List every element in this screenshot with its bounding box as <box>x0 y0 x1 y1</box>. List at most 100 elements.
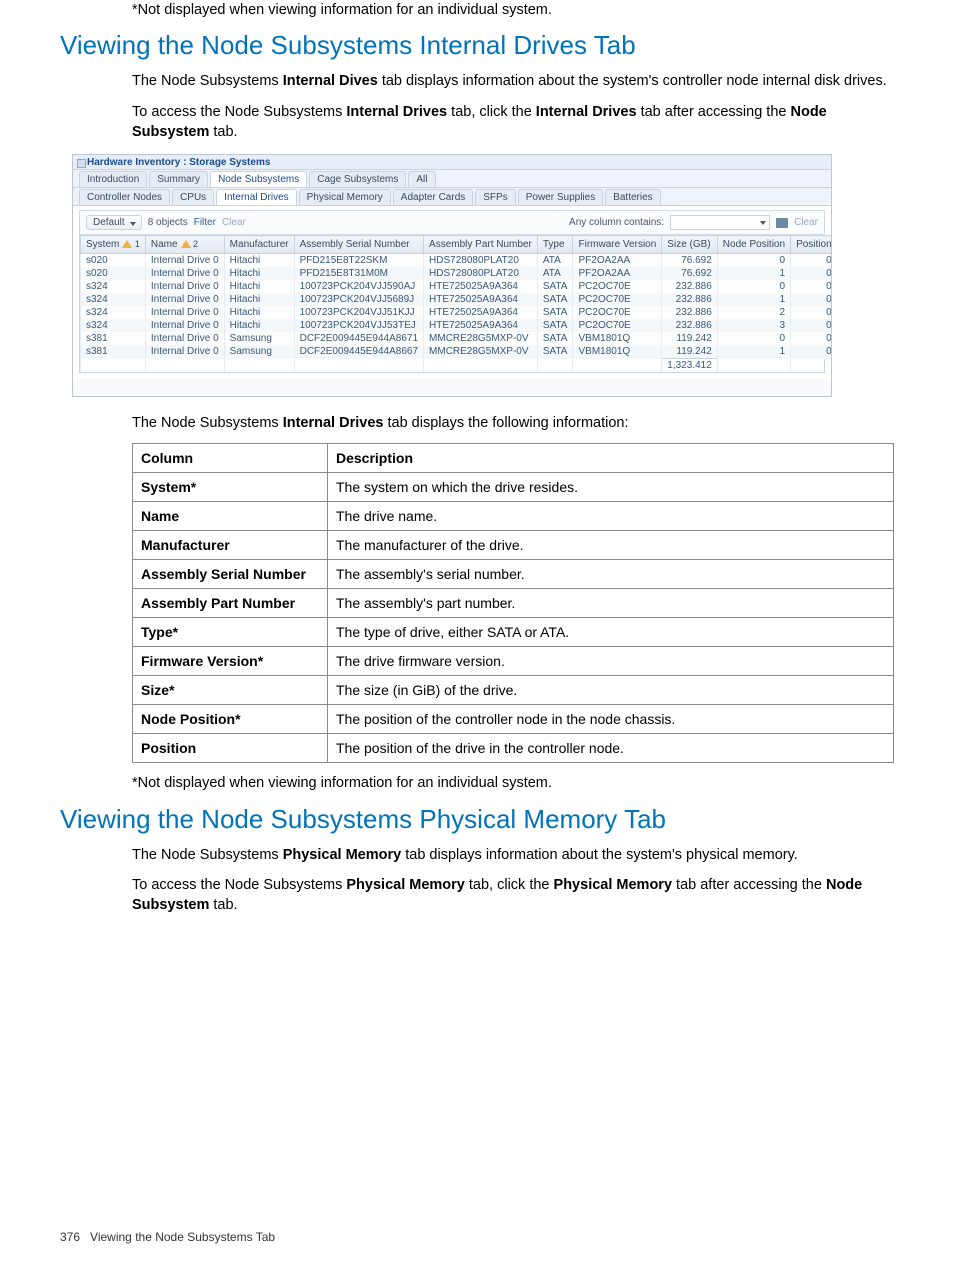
grid-col-assembly-part-number[interactable]: Assembly Part Number <box>424 236 538 254</box>
text: The Node Subsystems <box>132 73 283 89</box>
text-bold: Internal Drives <box>346 104 447 120</box>
export-icon[interactable] <box>776 218 788 228</box>
cell: Internal Drive 0 <box>145 254 224 268</box>
grid-col-firmware-version[interactable]: Firmware Version <box>573 236 662 254</box>
default-button[interactable]: Default <box>86 215 142 230</box>
column-description-table: Column Description System*The system on … <box>132 443 894 763</box>
cell: Internal Drive 0 <box>145 306 224 319</box>
table-row[interactable]: s324Internal Drive 0Hitachi100723PCK204V… <box>81 280 833 293</box>
grid-toolbar: Default 8 objects Filter Clear Any colum… <box>79 210 825 235</box>
cell: s020 <box>81 267 146 280</box>
page-number: 376 <box>60 1230 80 1244</box>
cell: SATA <box>537 280 573 293</box>
filter-link[interactable]: Filter <box>194 217 216 228</box>
memory-para-2: To access the Node Subsystems Physical M… <box>132 875 894 916</box>
table-row: Type*The type of drive, either SATA or A… <box>133 618 894 647</box>
text: tab displays information about the syste… <box>378 73 887 89</box>
text-bold: Physical Memory <box>346 877 464 893</box>
cell: 0 <box>717 254 790 268</box>
tab-cage-subsystems[interactable]: Cage Subsystems <box>309 171 406 187</box>
cell: 100723PCK204VJJ590AJ <box>294 280 423 293</box>
grid-col-assembly-serial-number[interactable]: Assembly Serial Number <box>294 236 423 254</box>
cell: ATA <box>537 254 573 268</box>
cell: 0 <box>717 280 790 293</box>
cell: 1 <box>717 345 790 359</box>
grid-header-row: System 1Name 2ManufacturerAssembly Seria… <box>81 236 833 254</box>
cell: 0 <box>791 345 832 359</box>
cell: PFD215E8T22SKM <box>294 254 423 268</box>
cell: DCF2E009445E944A8667 <box>294 345 423 359</box>
doc-col-name: Position <box>133 734 328 763</box>
cell: PC2OC70E <box>573 293 662 306</box>
cell: Hitachi <box>224 319 294 332</box>
doc-col-desc: The position of the controller node in t… <box>328 705 894 734</box>
cell: 232.886 <box>662 306 718 319</box>
cell: VBM1801Q <box>573 332 662 345</box>
clear-link[interactable]: Clear <box>222 217 246 228</box>
tab-controller-nodes[interactable]: Controller Nodes <box>79 189 170 205</box>
cell: PFD215E8T31M0M <box>294 267 423 280</box>
text: tab after accessing the <box>672 877 826 893</box>
doc-col-name: System* <box>133 473 328 502</box>
text-bold: Internal Drives <box>283 415 384 431</box>
table-row[interactable]: s381Internal Drive 0SamsungDCF2E009445E9… <box>81 332 833 345</box>
table-row[interactable]: s324Internal Drive 0Hitachi100723PCK204V… <box>81 293 833 306</box>
table-row[interactable]: s020Internal Drive 0HitachiPFD215E8T22SK… <box>81 254 833 268</box>
page-footer: 376 Viewing the Node Subsystems Tab <box>60 1230 275 1244</box>
grid-col-system[interactable]: System 1 <box>81 236 146 254</box>
cell: 0 <box>791 280 832 293</box>
cell: MMCRE28G5MXP-0V <box>424 345 538 359</box>
footer-label: Viewing the Node Subsystems Tab <box>90 1230 275 1244</box>
table-row[interactable]: s324Internal Drive 0Hitachi100723PCK204V… <box>81 306 833 319</box>
cell: PC2OC70E <box>573 306 662 319</box>
tab-internal-drives[interactable]: Internal Drives <box>216 189 296 205</box>
cell: Internal Drive 0 <box>145 345 224 359</box>
grid-col-type[interactable]: Type <box>537 236 573 254</box>
tab-power-supplies[interactable]: Power Supplies <box>518 189 603 205</box>
memory-para-1: The Node Subsystems Physical Memory tab … <box>132 845 894 865</box>
doc-col-desc: The type of drive, either SATA or ATA. <box>328 618 894 647</box>
doc-col-desc: The assembly's part number. <box>328 589 894 618</box>
doc-col-name: Type* <box>133 618 328 647</box>
doc-col-desc: The system on which the drive resides. <box>328 473 894 502</box>
cell: SATA <box>537 293 573 306</box>
cell: s381 <box>81 345 146 359</box>
text: tab displays the following information: <box>383 415 628 431</box>
cell: DCF2E009445E944A8671 <box>294 332 423 345</box>
grid-col-manufacturer[interactable]: Manufacturer <box>224 236 294 254</box>
cell: Hitachi <box>224 267 294 280</box>
tab-cpus[interactable]: CPUs <box>172 189 214 205</box>
tab-node-subsystems[interactable]: Node Subsystems <box>210 171 307 187</box>
grid-col-position[interactable]: Position <box>791 236 832 254</box>
grid-col-size-gb-[interactable]: Size (GB) <box>662 236 718 254</box>
table-row[interactable]: s381Internal Drive 0SamsungDCF2E009445E9… <box>81 345 833 359</box>
tab-introduction[interactable]: Introduction <box>79 171 147 187</box>
tab-adapter-cards[interactable]: Adapter Cards <box>393 189 473 205</box>
any-column-select[interactable] <box>670 215 770 230</box>
text-bold: Physical Memory <box>283 847 401 863</box>
tab-batteries[interactable]: Batteries <box>605 189 660 205</box>
object-count: 8 objects <box>148 217 188 228</box>
cell: 0 <box>791 332 832 345</box>
text: tab, click the <box>465 877 554 893</box>
tab-physical-memory[interactable]: Physical Memory <box>299 189 391 205</box>
table-row: Firmware Version*The drive firmware vers… <box>133 647 894 676</box>
cell: s324 <box>81 280 146 293</box>
table-row[interactable]: s324Internal Drive 0Hitachi100723PCK204V… <box>81 319 833 332</box>
tab-sfps[interactable]: SFPs <box>475 189 515 205</box>
table-row[interactable]: s020Internal Drive 0HitachiPFD215E8T31M0… <box>81 267 833 280</box>
grid-col-node-position[interactable]: Node Position <box>717 236 790 254</box>
cell: SATA <box>537 332 573 345</box>
grid-col-name[interactable]: Name 2 <box>145 236 224 254</box>
clear-link-2[interactable]: Clear <box>794 217 818 228</box>
any-column-label: Any column contains: <box>569 217 664 228</box>
tab-all[interactable]: All <box>408 171 435 187</box>
doc-col-name: Assembly Serial Number <box>133 560 328 589</box>
text: tab. <box>209 124 237 140</box>
cell: Hitachi <box>224 293 294 306</box>
cell: SATA <box>537 319 573 332</box>
tab-summary[interactable]: Summary <box>149 171 208 187</box>
cell: HDS728080PLAT20 <box>424 254 538 268</box>
cell: 0 <box>791 267 832 280</box>
drives-para-2: To access the Node Subsystems Internal D… <box>132 102 894 143</box>
